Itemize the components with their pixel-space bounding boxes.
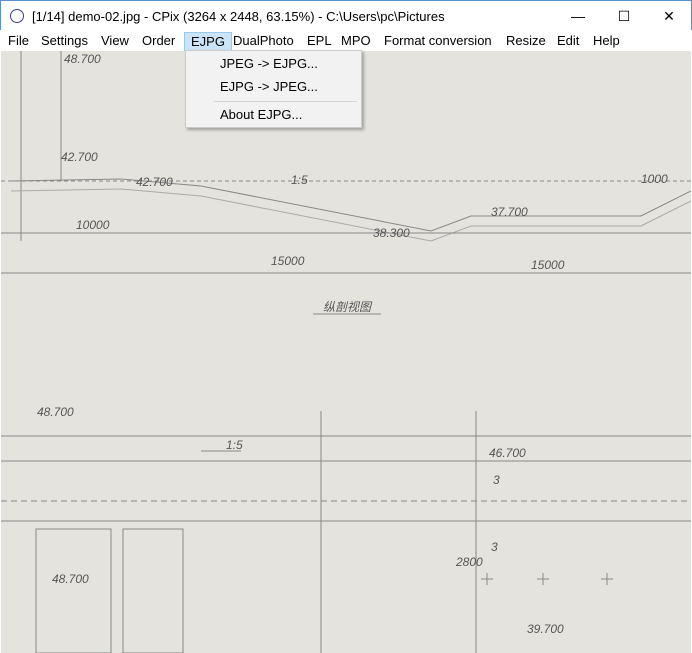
drawing-label: 2800 <box>455 555 483 569</box>
drawing-label: 3 <box>491 540 498 554</box>
drawing-label: 46.700 <box>489 446 526 460</box>
close-button[interactable]: ✕ <box>646 1 692 31</box>
menu-resize[interactable]: Resize <box>500 32 552 51</box>
menu-mpo[interactable]: MPO <box>335 32 377 51</box>
drawing-label: 1:5 <box>226 438 243 452</box>
drawing-label: 1000 <box>641 172 668 186</box>
drawing-label: 48.700 <box>52 572 89 586</box>
drawing-label: 38.300 <box>373 226 410 240</box>
drawing-label: 39.700 <box>527 622 564 636</box>
menu-item-about-ejpg[interactable]: About EJPG... <box>187 104 360 126</box>
drawing-image: 48.700 42.700 42.700 10000 1:5 38.300 37… <box>1 51 691 653</box>
drawing-label: 48.700 <box>64 52 101 66</box>
window-title: [1/14] demo-02.jpg - CPix (3264 x 2448, … <box>32 9 445 24</box>
app-icon <box>10 9 24 23</box>
drawing-label: 1:5 <box>291 173 308 187</box>
menu-help[interactable]: Help <box>587 32 626 51</box>
drawing-label: 3 <box>493 473 500 487</box>
menu-settings[interactable]: Settings <box>35 32 94 51</box>
menu-item-jpeg-to-ejpg[interactable]: JPEG -> EJPG... <box>187 53 360 75</box>
drawing-label: 15000 <box>271 254 305 268</box>
title-bar: [1/14] demo-02.jpg - CPix (3264 x 2448, … <box>0 0 692 30</box>
drawing-label: 37.700 <box>491 205 528 219</box>
menu-order[interactable]: Order <box>136 32 181 51</box>
drawing-label: 42.700 <box>61 150 98 164</box>
image-viewer[interactable]: 48.700 42.700 42.700 10000 1:5 38.300 37… <box>1 51 691 653</box>
ejpg-dropdown-menu: JPEG -> EJPG... EJPG -> JPEG... About EJ… <box>185 50 362 128</box>
drawing-label: 48.700 <box>37 405 74 419</box>
menu-separator <box>214 101 357 102</box>
menu-view[interactable]: View <box>95 32 135 51</box>
drawing-label: 10000 <box>76 218 110 232</box>
menu-ejpg[interactable]: EJPG <box>184 32 232 51</box>
menu-bar: File Settings View Order EJPG DualPhoto … <box>1 30 691 51</box>
menu-dualphoto[interactable]: DualPhoto <box>227 32 300 51</box>
menu-file[interactable]: File <box>2 32 35 51</box>
drawing-label: 42.700 <box>136 175 173 189</box>
maximize-button[interactable]: ☐ <box>601 1 647 31</box>
menu-format-conversion[interactable]: Format conversion <box>378 32 498 51</box>
minimize-button[interactable]: — <box>555 1 601 31</box>
drawing-label: 15000 <box>531 258 565 272</box>
menu-edit[interactable]: Edit <box>551 32 585 51</box>
menu-epl[interactable]: EPL <box>301 32 338 51</box>
menu-item-ejpg-to-jpeg[interactable]: EJPG -> JPEG... <box>187 76 360 98</box>
drawing-label: 纵剖视图 <box>323 300 373 314</box>
